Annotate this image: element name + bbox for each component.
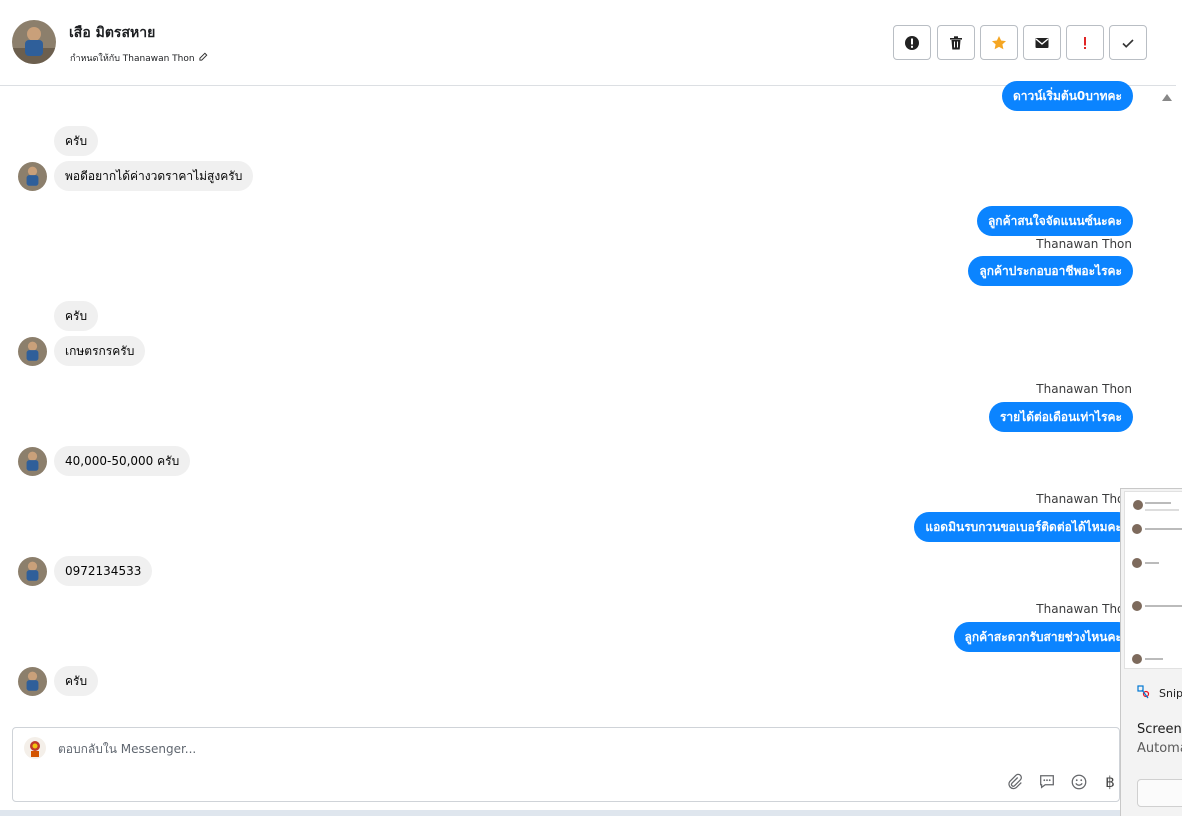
envelope-icon <box>1035 37 1049 48</box>
snip-app-row: Snip <box>1137 685 1182 702</box>
sender-name: Thanawan Thon <box>1036 237 1132 251</box>
sender-name: Thanawan Thon <box>1036 602 1132 616</box>
sender-name: Thanawan Thon <box>1036 382 1132 396</box>
message-bubble-incoming: พอดีอยากได้ค่างวดราคาไม่สูงครับ <box>54 161 254 191</box>
sender-avatar <box>18 337 47 366</box>
contact-avatar[interactable] <box>12 20 56 64</box>
message-bubble-incoming: 0972134533 <box>54 556 153 586</box>
mark-done-button[interactable] <box>1109 25 1147 60</box>
exclamation-icon <box>1084 36 1086 49</box>
exclamation-circle-icon <box>905 35 919 50</box>
attach-button[interactable] <box>1005 772 1025 792</box>
star-icon <box>992 35 1006 49</box>
message-bubble-incoming: ครับ <box>54 666 99 696</box>
chat-bubble-icon <box>1040 775 1054 789</box>
messenger-inbox-window: เสือ มิตรสหาย กำหนดให้กับ Thanawan Thon … <box>0 0 1182 816</box>
payment-button[interactable]: ฿ <box>1100 772 1120 792</box>
snip-app-name: Snip <box>1159 687 1182 700</box>
smiley-icon <box>1071 774 1087 790</box>
message-bubble-incoming: 40,000-50,000 ครับ <box>54 446 191 476</box>
message-bubble-incoming: เกษตรกรครับ <box>54 336 146 366</box>
paperclip-icon <box>1008 773 1022 790</box>
message-bubble-outgoing: ลูกค้าสนใจจัดแนนซ์นะคะ <box>976 206 1133 236</box>
message-bubble-outgoing: รายได้ต่อเดือนเท่าไรคะ <box>988 402 1133 432</box>
sender-avatar <box>18 667 47 696</box>
snip-subtitle: Automa <box>1137 741 1182 756</box>
sender-avatar <box>18 162 47 191</box>
assigned-label: กำหนดให้กับ Thanawan Thon <box>70 54 195 64</box>
checkmark-icon <box>1122 38 1134 48</box>
saved-replies-button[interactable] <box>1037 772 1057 792</box>
star-button[interactable] <box>980 25 1018 60</box>
assignment-row[interactable]: กำหนดให้กับ Thanawan Thon <box>70 51 208 65</box>
snip-action-button[interactable] <box>1137 779 1182 807</box>
conversation-header: เสือ มิตรสหาย กำหนดให้กับ Thanawan Thon <box>0 0 1176 86</box>
flag-important-button[interactable] <box>1066 25 1104 60</box>
screenshot-thumbnail[interactable] <box>1124 491 1182 669</box>
snip-title: Screens <box>1137 722 1182 737</box>
message-bubble-incoming: ครับ <box>54 301 99 331</box>
message-bubble-incoming: ครับ <box>54 126 99 156</box>
message-bubble-outgoing: ลูกค้าประกอบอาชีพอะไรคะ <box>968 256 1133 286</box>
mark-unread-button[interactable] <box>1023 25 1061 60</box>
sender-avatar <box>18 557 47 586</box>
trash-icon <box>950 35 962 49</box>
reply-input[interactable] <box>58 742 958 756</box>
window-bottom-edge <box>0 810 1182 816</box>
scroll-up-arrow[interactable] <box>1162 94 1172 101</box>
page-avatar <box>24 737 46 759</box>
contact-name[interactable]: เสือ มิตรสหาย <box>69 22 155 44</box>
emoji-button[interactable] <box>1069 772 1089 792</box>
message-bubble-outgoing: ลูกค้าสะดวกรับสายช่วงไหนคะ <box>953 622 1133 652</box>
mark-spam-button[interactable] <box>893 25 931 60</box>
message-bubble-outgoing: ดาวน์เริ่มต้น0บาทคะ <box>1001 81 1133 111</box>
pencil-icon[interactable] <box>198 52 208 65</box>
sender-name: Thanawan Thon <box>1036 492 1132 506</box>
sender-avatar <box>18 447 47 476</box>
snipping-tool-notification[interactable]: Snip Screens Automa <box>1120 488 1182 816</box>
reply-composer: ฿ <box>12 727 1120 802</box>
delete-button[interactable] <box>937 25 975 60</box>
snipping-tool-icon <box>1137 685 1151 702</box>
message-bubble-outgoing: แอดมินรบกวนขอเบอร์ติดต่อได้ไหมคะ <box>914 512 1133 542</box>
